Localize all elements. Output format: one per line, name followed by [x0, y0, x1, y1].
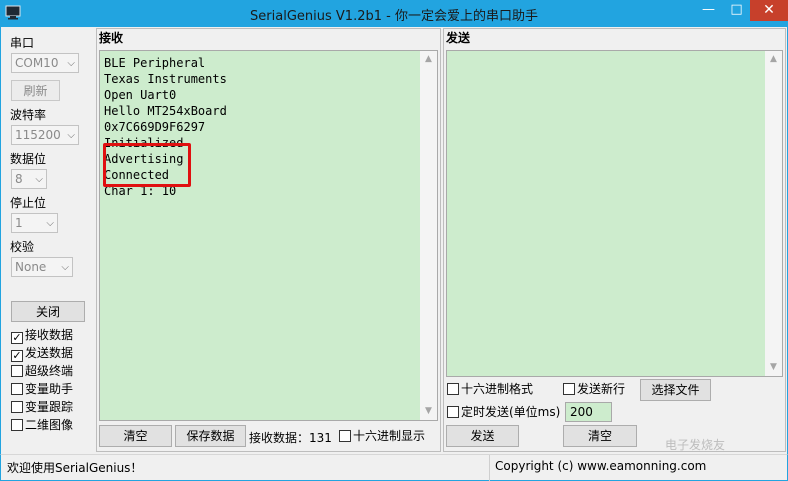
- timed-send-checkbox[interactable]: 定时发送(单位ms): [447, 405, 560, 421]
- checkmark-icon: ✓: [11, 349, 23, 362]
- watermark: 电子发烧友: [665, 438, 726, 452]
- baud-label: 波特率: [10, 108, 47, 122]
- parity-value: None: [15, 260, 47, 274]
- send-textarea[interactable]: ▲ ▼: [446, 50, 783, 377]
- status-message: 欢迎使用SerialGenius！: [7, 461, 143, 475]
- minimize-button[interactable]: —: [694, 0, 723, 21]
- send-scrollbar[interactable]: ▲ ▼: [765, 51, 782, 376]
- chevron-down-icon: ⌵: [67, 58, 75, 69]
- stopbits-select[interactable]: 1 ⌵: [11, 213, 58, 233]
- receive-scrollbar[interactable]: ▲ ▼: [420, 51, 437, 420]
- status-copyright-pane: Copyright (c) www.eamonning.com: [489, 455, 785, 481]
- parity-select[interactable]: None ⌵: [11, 257, 73, 277]
- window-title: SerialGenius V1.2b1 - 你一定会爱上的串口助手: [250, 9, 538, 24]
- interval-input[interactable]: 200: [565, 402, 612, 422]
- maximize-button[interactable]: □: [723, 0, 750, 21]
- databits-value: 8: [15, 172, 23, 186]
- arrow-down-icon[interactable]: ▼: [765, 359, 782, 376]
- receive-data-checkbox[interactable]: ✓ 接收数据: [11, 328, 73, 344]
- port-label: 串口: [10, 36, 35, 50]
- send-button[interactable]: 发送: [446, 425, 519, 447]
- receive-clear-button[interactable]: 清空: [99, 425, 172, 447]
- hex-display-checkbox[interactable]: 十六进制显示: [339, 429, 425, 445]
- port-select[interactable]: COM10 ⌵: [11, 53, 79, 73]
- chevron-down-icon: ⌵: [46, 218, 54, 229]
- checkmark-icon: ✓: [11, 331, 23, 344]
- highlight-box: [103, 143, 191, 187]
- receive-textarea[interactable]: BLE Peripheral Texas Instruments Open Ua…: [99, 50, 438, 421]
- copyright-text: Copyright (c) www.eamonning.com: [495, 459, 707, 473]
- chevron-down-icon: ⌵: [35, 174, 43, 185]
- 2d-image-checkbox[interactable]: 二维图像: [11, 418, 73, 434]
- receive-title: 接收: [99, 31, 124, 45]
- databits-select[interactable]: 8 ⌵: [11, 169, 47, 189]
- send-title: 发送: [446, 31, 471, 45]
- variable-helper-checkbox[interactable]: 变量助手: [11, 382, 73, 398]
- chevron-down-icon: ⌵: [67, 130, 75, 141]
- close-port-button[interactable]: 关闭: [11, 301, 85, 322]
- stopbits-value: 1: [15, 216, 23, 230]
- chevron-down-icon: ⌵: [61, 262, 69, 273]
- receive-count: 接收数据：131: [249, 431, 332, 445]
- hex-format-checkbox[interactable]: 十六进制格式: [447, 382, 533, 398]
- port-value: COM10: [15, 56, 59, 70]
- arrow-down-icon[interactable]: ▼: [420, 403, 437, 420]
- title-bar: SerialGenius V1.2b1 - 你一定会爱上的串口助手 — □ ✕: [0, 0, 788, 27]
- baud-value: 115200: [15, 128, 61, 142]
- send-clear-button[interactable]: 清空: [563, 425, 637, 447]
- stopbits-label: 停止位: [10, 196, 47, 210]
- status-bar: 欢迎使用SerialGenius！ Copyright (c) www.eamo…: [0, 454, 788, 481]
- close-window-button[interactable]: ✕: [750, 0, 788, 21]
- variable-tracking-checkbox[interactable]: 变量跟踪: [11, 400, 73, 416]
- refresh-button[interactable]: 刷新: [11, 80, 60, 101]
- send-newline-checkbox[interactable]: 发送新行: [563, 382, 625, 398]
- choose-file-button[interactable]: 选择文件: [640, 379, 711, 401]
- arrow-up-icon[interactable]: ▲: [765, 51, 782, 68]
- databits-label: 数据位: [10, 152, 47, 166]
- super-terminal-checkbox[interactable]: 超级终端: [11, 364, 73, 380]
- arrow-up-icon[interactable]: ▲: [420, 51, 437, 68]
- save-data-button[interactable]: 保存数据: [175, 425, 246, 447]
- send-data-checkbox[interactable]: ✓ 发送数据: [11, 346, 73, 362]
- baud-select[interactable]: 115200 ⌵: [11, 125, 79, 145]
- parity-label: 校验: [10, 240, 35, 254]
